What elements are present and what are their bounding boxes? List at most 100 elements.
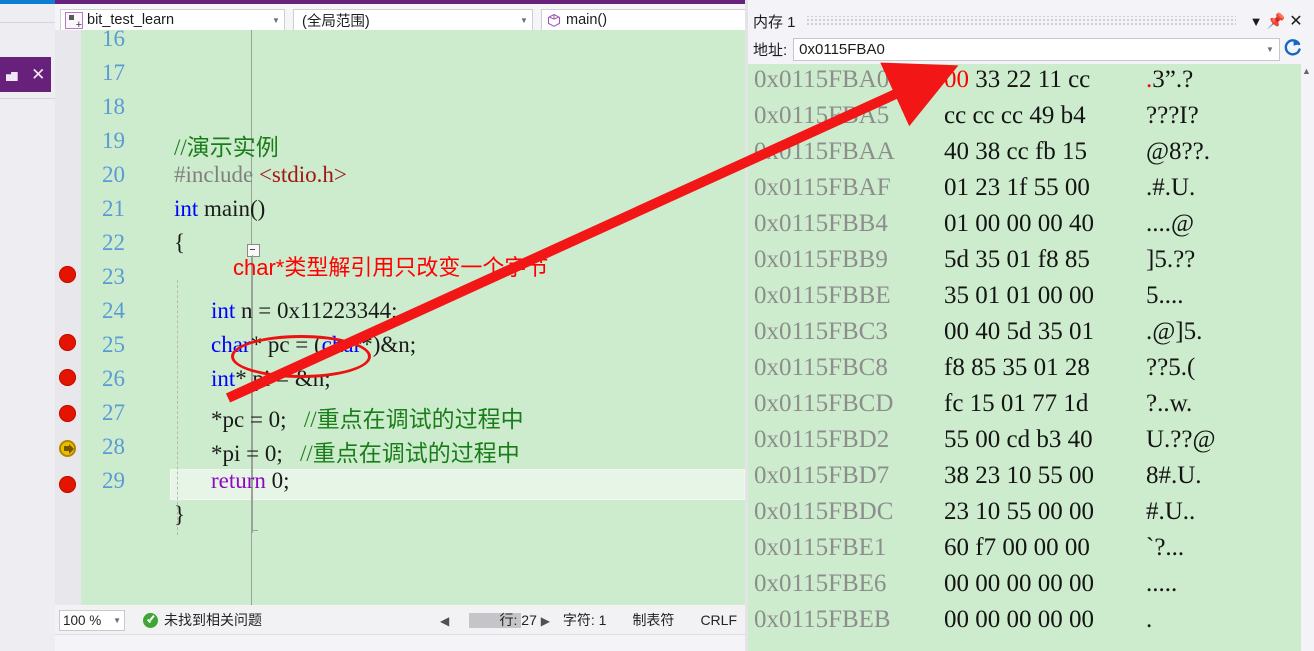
line-number: 27 bbox=[102, 400, 125, 425]
keyword-int: int bbox=[174, 196, 199, 221]
memory-hex-bytes: 01 23 1f 55 00 bbox=[944, 174, 1090, 201]
memory-hex-bytes: 55 00 cd b3 40 bbox=[944, 426, 1093, 453]
zoom-selector[interactable]: 100 % ▼ bbox=[59, 609, 125, 631]
top-accent-line bbox=[0, 0, 55, 4]
memory-hex-bytes: 00 00 00 00 00 bbox=[944, 570, 1094, 597]
chevron-down-icon[interactable]: ▼ bbox=[113, 616, 121, 625]
code-line-29: } bbox=[174, 502, 186, 527]
dock-separator-bottom bbox=[0, 98, 55, 99]
code-comment: //重点在调试的过程中 bbox=[300, 441, 520, 466]
code-line-21: int main() bbox=[174, 196, 265, 222]
title-drag-dots[interactable] bbox=[805, 16, 1236, 26]
scroll-up-icon[interactable]: ▲ bbox=[1302, 66, 1311, 76]
memory-window-title: 内存 1 bbox=[753, 13, 796, 31]
pin-icon[interactable]: 📌 bbox=[1266, 12, 1286, 30]
line-number: 16 bbox=[102, 30, 125, 51]
window-icon bbox=[6, 68, 20, 81]
editor-bottom-strip bbox=[55, 635, 745, 651]
include-directive: #include bbox=[174, 162, 254, 187]
memory-hex-bytes: fc 15 01 77 1d bbox=[944, 390, 1089, 417]
keyword-int: int bbox=[211, 366, 236, 391]
code-comment: //重点在调试的过程中 bbox=[303, 407, 524, 432]
breakpoint-line-26[interactable] bbox=[59, 405, 76, 422]
refresh-icon[interactable] bbox=[1280, 36, 1306, 63]
n-assignment: n = 0x11223344; bbox=[235, 298, 398, 323]
keyword-return: return bbox=[211, 468, 266, 493]
keyword-int: int bbox=[211, 298, 236, 323]
memory-ascii: ???I? bbox=[1146, 102, 1199, 129]
function-selector-label: main() bbox=[566, 12, 608, 28]
tool-window-tab[interactable]: ✕ bbox=[0, 57, 51, 92]
memory-address: 0x0115FBB4 bbox=[754, 210, 888, 237]
line-number-column: 16 17 18 19 20 21 22 23 24 25 26 27 28 2… bbox=[81, 30, 131, 605]
memory-hex-bytes: 00 00 00 00 00 bbox=[944, 606, 1094, 633]
line-number: 25 bbox=[102, 332, 125, 357]
code-line-19: //演示实例 bbox=[174, 135, 279, 160]
memory-address: 0x0115FBC3 bbox=[754, 318, 888, 345]
chevron-down-icon[interactable]: ▼ bbox=[516, 16, 532, 25]
memory-ascii: ....@ bbox=[1146, 210, 1195, 237]
memory-hex-bytes: 60 f7 00 00 00 bbox=[944, 534, 1090, 561]
memory-hex-bytes: 00 33 22 11 cc bbox=[944, 66, 1091, 93]
breakpoint-line-25[interactable] bbox=[59, 369, 76, 386]
memory-dump-area[interactable]: 0x0115FBA0 00 33 22 11 cc .3”.? 0x0115FBA5… bbox=[748, 64, 1314, 651]
scroll-left-icon[interactable]: ◀ bbox=[440, 614, 449, 628]
memory-address: 0x0115FBAA bbox=[754, 138, 895, 165]
project-icon bbox=[65, 11, 83, 31]
current-execution-marker[interactable] bbox=[59, 440, 76, 457]
project-selector[interactable]: bit_test_learn ▼ bbox=[60, 9, 285, 31]
memory-ascii: ??5.( bbox=[1146, 354, 1196, 381]
memory-hex-bytes: 40 38 cc fb 15 bbox=[944, 138, 1088, 165]
memory-ascii: ?..w. bbox=[1146, 390, 1193, 417]
left-dock-column: ✕ bbox=[0, 0, 55, 651]
code-line-27: *pi = 0; //重点在调试的过程中 bbox=[211, 434, 520, 468]
code-line-20: #include <stdio.h> bbox=[174, 162, 347, 188]
close-icon[interactable]: ✕ bbox=[31, 66, 45, 83]
check-circle-icon bbox=[143, 612, 158, 628]
code-text-layer[interactable]: //演示实例 #include <stdio.h> int main() { i… bbox=[137, 30, 745, 605]
close-icon[interactable]: ✕ bbox=[1286, 11, 1306, 31]
chevron-down-icon[interactable]: ▼ bbox=[1246, 14, 1266, 29]
tab-mode-indicator: 制表符 bbox=[632, 612, 675, 628]
address-input[interactable]: 0x0115FBA0 ▼ bbox=[793, 38, 1280, 61]
memory-vertical-scrollbar[interactable]: ▲ bbox=[1301, 64, 1314, 651]
function-selector[interactable]: main() ▼ bbox=[541, 9, 766, 31]
memory-address: 0x0115FBC8 bbox=[754, 354, 888, 381]
breakpoint-line-28[interactable] bbox=[59, 476, 76, 493]
breakpoint-line-22[interactable] bbox=[59, 266, 76, 283]
line-number: 18 bbox=[102, 94, 125, 119]
memory-address: 0x0115FBBE bbox=[754, 282, 891, 309]
memory-hex-bytes: cc cc cc 49 b4 bbox=[944, 102, 1086, 129]
memory-hex-bytes: f8 85 35 01 28 bbox=[944, 354, 1090, 381]
scope-selector-label: (全局范围) bbox=[302, 13, 370, 30]
memory-ascii: #.U.. bbox=[1146, 498, 1196, 525]
breakpoint-gutter[interactable] bbox=[55, 30, 81, 605]
memory-window: 内存 1 ▼ 📌 ✕ 地址: 0x0115FBA0 ▼ 0x0115FBA0 00… bbox=[745, 0, 1314, 651]
red-ellipse-highlight bbox=[231, 335, 371, 378]
main-decl: main() bbox=[198, 196, 266, 221]
project-selector-label: bit_test_learn bbox=[87, 12, 175, 28]
code-editor-area[interactable]: 16 17 18 19 20 21 22 23 24 25 26 27 28 2… bbox=[55, 30, 745, 605]
chevron-down-icon[interactable]: ▼ bbox=[268, 16, 284, 25]
line-indicator: 行: 27 bbox=[499, 612, 537, 628]
red-annotation-text: char*类型解引用只改变一个字节 bbox=[233, 255, 549, 280]
memory-hex-bytes: 5d 35 01 f8 85 bbox=[944, 246, 1090, 273]
address-value: 0x0115FBA0 bbox=[799, 41, 885, 58]
memory-address-row: 地址: 0x0115FBA0 ▼ bbox=[753, 36, 1306, 63]
line-number: 24 bbox=[102, 298, 125, 323]
line-number: 20 bbox=[102, 162, 125, 187]
memory-ascii: U.??@ bbox=[1146, 426, 1216, 453]
memory-ascii: @8??. bbox=[1146, 138, 1210, 165]
line-number: 19 bbox=[102, 128, 125, 153]
line-number: 29 bbox=[102, 468, 125, 493]
problems-indicator[interactable]: 未找到相关问题 bbox=[143, 610, 262, 630]
scope-selector[interactable]: (全局范围) ▼ bbox=[293, 9, 533, 31]
memory-address: 0x0115FBA0 bbox=[754, 66, 890, 93]
breakpoint-line-24[interactable] bbox=[59, 334, 76, 351]
highlighted-byte: 00 bbox=[944, 66, 969, 93]
chevron-down-icon[interactable]: ▼ bbox=[1261, 45, 1279, 54]
memory-address: 0x0115FBDC bbox=[754, 498, 894, 525]
dock-separator-top bbox=[0, 22, 55, 23]
memory-address: 0x0115FBA5 bbox=[754, 102, 890, 129]
line-number: 28 bbox=[102, 434, 125, 459]
